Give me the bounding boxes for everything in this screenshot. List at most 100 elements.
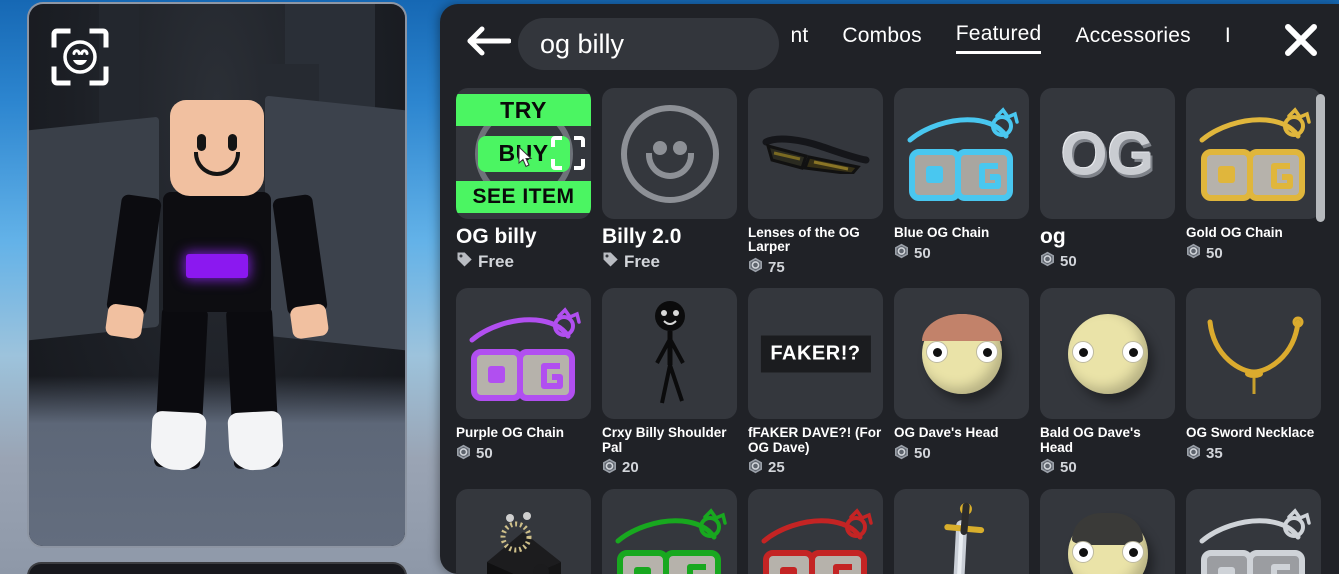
currency-icon [1040, 458, 1055, 478]
head-art [1067, 512, 1148, 574]
item-thumbnail[interactable] [1186, 288, 1321, 420]
item-price: 50 [1040, 251, 1175, 271]
item-thumbnail[interactable] [602, 288, 737, 420]
tab-combos[interactable]: Combos [842, 24, 921, 53]
item-title: Billy 2.0 [602, 225, 682, 248]
catalog-item-card[interactable] [748, 488, 883, 574]
catalog-item-card[interactable] [1040, 488, 1175, 574]
price-tag-icon [602, 251, 619, 272]
back-button[interactable] [460, 20, 516, 66]
smiley-art [602, 88, 737, 219]
head-art [921, 313, 1002, 394]
tab-next-clipped[interactable]: I [1225, 24, 1235, 53]
avatar-leg-right [225, 306, 285, 472]
currency-icon [894, 243, 909, 263]
item-thumbnail[interactable] [894, 88, 1029, 219]
avatar-torso [163, 192, 271, 312]
try-button[interactable]: TRY [456, 94, 591, 126]
item-title: Crxy Billy Shoulder Pal [602, 425, 727, 455]
catalog-item-card[interactable]: OG Dave's Head 50 [894, 288, 1029, 477]
item-title: Gold OG Chain [1186, 225, 1283, 240]
og-chain-art [1199, 507, 1311, 574]
tab-recent[interactable]: ecent [792, 24, 808, 53]
catalog-tabs[interactable]: ecent Combos Featured Accessories I [792, 14, 1283, 62]
catalog-item-card[interactable]: Bald OG Dave's Head 50 [1040, 288, 1175, 477]
avatar-eye-left [197, 134, 206, 151]
catalog-item-card[interactable] [602, 488, 737, 574]
item-price-value: 50 [914, 445, 931, 463]
catalog-item-card[interactable]: TRY BUY SEE ITEM OG billy Free [456, 88, 591, 277]
catalog-item-card[interactable]: OG og 50 [1040, 88, 1175, 277]
catalog-item-card[interactable]: OG Sword Necklace 35 [1186, 288, 1321, 477]
item-price: 50 [894, 243, 1029, 263]
item-thumbnail[interactable] [748, 488, 883, 574]
catalog-item-card[interactable]: Billy 2.0 Free [602, 88, 737, 277]
close-button[interactable] [1277, 18, 1325, 66]
item-price: Free [602, 251, 737, 272]
item-price-value: 50 [914, 244, 931, 262]
og-chain-art [907, 107, 1019, 201]
currency-icon [602, 458, 617, 478]
item-title: Purple OG Chain [456, 425, 565, 441]
catalog-item-card[interactable] [456, 488, 591, 574]
item-title: fFAKER DAVE?! (For OG Dave) [748, 425, 882, 455]
catalog-item-card[interactable]: Blue OG Chain 50 [894, 88, 1029, 277]
item-thumbnail[interactable] [1186, 88, 1321, 219]
item-price-value: 35 [1206, 445, 1223, 463]
item-title: OG Sword Necklace [1186, 425, 1315, 441]
item-thumbnail[interactable] [748, 88, 883, 219]
item-price-value: 50 [476, 445, 493, 463]
scrollbar-thumb[interactable] [1316, 94, 1325, 222]
item-title: og [1040, 225, 1066, 248]
item-thumbnail[interactable] [1040, 488, 1175, 574]
avatar-hand-left [104, 302, 145, 340]
item-thumbnail[interactable] [456, 488, 591, 574]
item-title: OG billy [456, 225, 537, 248]
catalog-item-card[interactable]: Purple OG Chain 50 [456, 288, 591, 477]
catalog-item-card[interactable]: Gold OG Chain 50 [1186, 88, 1321, 277]
avatar-3d-scene[interactable] [29, 4, 405, 546]
face-capture-icon[interactable] [51, 28, 109, 86]
head-art [1067, 313, 1148, 394]
tab-accessories[interactable]: Accessories [1075, 24, 1190, 53]
item-thumbnail[interactable] [456, 288, 591, 420]
catalog-grid-scroll-area[interactable]: TRY BUY SEE ITEM OG billy Free Billy 2.0… [440, 82, 1339, 574]
item-price-value: 25 [768, 459, 785, 477]
item-price-value: 50 [1060, 459, 1077, 477]
lower-toolbar-panel[interactable] [27, 562, 407, 574]
avatar-shoe-right [227, 410, 285, 472]
item-title: Bald OG Dave's Head [1040, 425, 1141, 455]
item-thumbnail[interactable] [894, 488, 1029, 574]
item-thumbnail[interactable]: OG [1040, 88, 1175, 219]
catalog-item-card[interactable]: Lenses of the OG Larper 75 [748, 88, 883, 277]
see-item-button[interactable]: SEE ITEM [456, 181, 591, 213]
stickman-art [654, 300, 685, 404]
catalog-item-card[interactable] [894, 488, 1029, 574]
item-price: 35 [1186, 444, 1321, 464]
necklace-art [1207, 316, 1304, 395]
search-input[interactable] [518, 18, 779, 70]
avatar-leg-left [149, 306, 209, 472]
currency-icon [748, 458, 763, 478]
item-thumbnail[interactable]: TRY BUY SEE ITEM [456, 88, 591, 219]
catalog-item-card[interactable]: Crxy Billy Shoulder Pal 20 [602, 288, 737, 477]
og-text-art: OG [1060, 120, 1155, 187]
catalog-panel: ecent Combos Featured Accessories I TRY … [440, 4, 1339, 574]
og-chain-art [615, 507, 727, 574]
item-thumbnail[interactable] [1040, 288, 1175, 420]
item-thumbnail[interactable]: FAKER!? [748, 288, 883, 420]
item-price: Free [456, 251, 591, 272]
item-thumbnail[interactable] [602, 488, 737, 574]
avatar-hand-right [289, 302, 330, 340]
catalog-grid: TRY BUY SEE ITEM OG billy Free Billy 2.0… [440, 82, 1339, 574]
avatar-preview-panel[interactable] [27, 2, 407, 548]
item-thumbnail[interactable] [1186, 488, 1321, 574]
item-thumbnail[interactable] [894, 288, 1029, 420]
item-price: 25 [748, 458, 883, 478]
catalog-item-card[interactable] [1186, 488, 1321, 574]
item-price: 20 [602, 458, 737, 478]
tab-featured[interactable]: Featured [955, 22, 1042, 54]
catalog-item-card[interactable]: FAKER!? fFAKER DAVE?! (For OG Dave) 25 [748, 288, 883, 477]
item-thumbnail[interactable] [602, 88, 737, 219]
item-title: OG Dave's Head [894, 425, 999, 441]
